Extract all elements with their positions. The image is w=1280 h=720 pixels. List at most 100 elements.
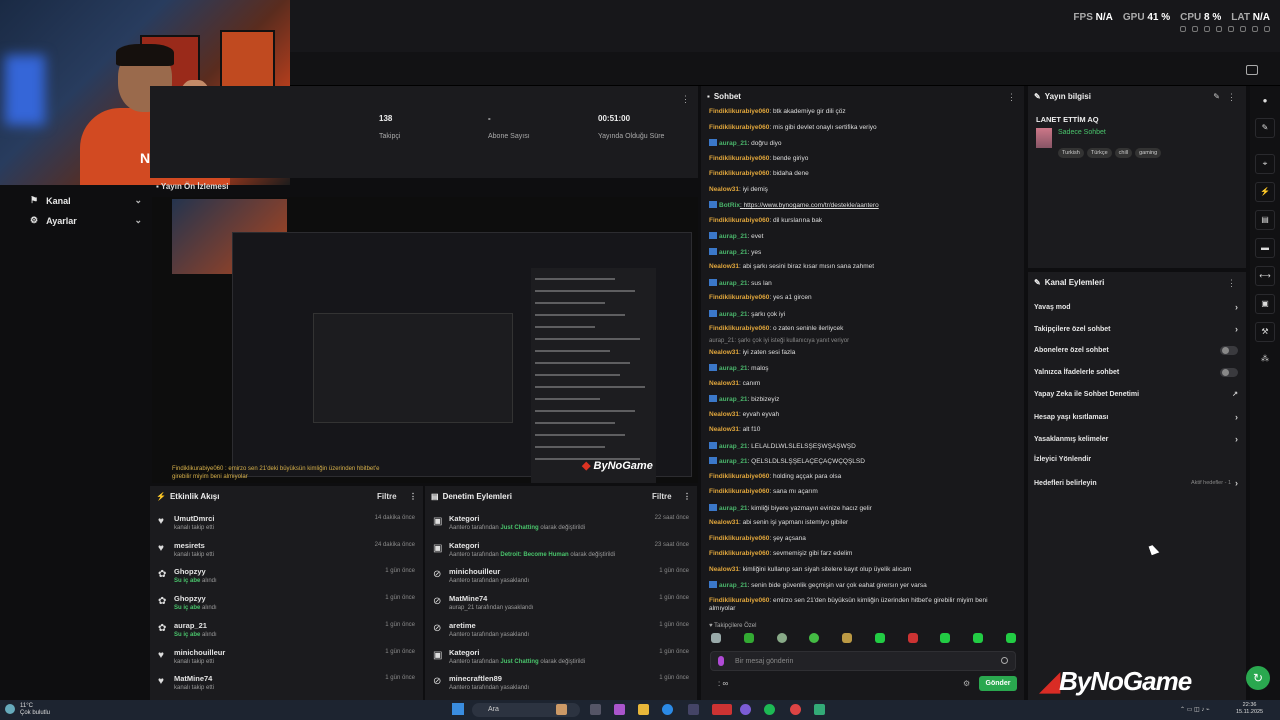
chat-message[interactable]: aurap_21: QELSLDLSLŞŞELAÇEÇAÇWÇQŞLSD	[709, 457, 1014, 467]
chat-username[interactable]: aurap_21	[719, 505, 748, 512]
bolt-icon[interactable]: ⚡	[1255, 182, 1275, 202]
task-view-icon[interactable]	[590, 704, 601, 715]
chat-username[interactable]: Findiklikurabiye060	[709, 294, 769, 301]
chat-message[interactable]: Nealow31: abi şarkı sesini biraz kısar m…	[709, 263, 1014, 272]
chat-message[interactable]: aurap_21: bizbizeyiz	[709, 395, 1014, 405]
more-icon[interactable]	[1264, 26, 1270, 32]
emote-icon[interactable]	[940, 633, 951, 643]
emote-icon[interactable]	[1005, 633, 1016, 643]
clipboard-icon[interactable]: ▤	[1255, 210, 1275, 230]
list-item[interactable]: ♥ minichouilleur kanalı takip etti 1 gün ön…	[158, 646, 415, 672]
chat-username[interactable]: aurap_21	[719, 365, 748, 372]
system-tray-icons[interactable]: ⌃ ▭ ◫ ♪ ⌁	[1180, 706, 1210, 713]
link-icon[interactable]: ⟷	[1255, 266, 1275, 286]
list-item[interactable]: ▣ Kategori Aantero tarafından Just Chattin…	[433, 646, 689, 672]
users-icon[interactable]: ⁂	[1255, 350, 1275, 370]
list-item[interactable]: ✿ Ghopzyy Su iç abe alındı 1 gün önce	[158, 565, 415, 591]
chat-username[interactable]: Findiklikurabiye060	[709, 473, 769, 480]
channel-action-item[interactable]: Yalnızca İfadelerle sohbet	[1034, 368, 1238, 377]
chat-message[interactable]: Findiklikurabiye060: holding aççak para …	[709, 473, 1014, 482]
spotify-icon[interactable]	[764, 704, 775, 715]
emote-icon[interactable]	[743, 633, 754, 643]
filter-button[interactable]: Filtre	[652, 492, 672, 501]
list-item[interactable]: ⊘ minichouilleur Aantero tarafından yasakl…	[433, 565, 689, 591]
chat-username[interactable]: Findiklikurabiye060	[709, 597, 769, 604]
chat-username[interactable]: aurap_21	[719, 396, 748, 403]
chat-username[interactable]: aurap_21	[719, 582, 748, 589]
chat-username[interactable]: aurap_21	[719, 458, 748, 465]
chat-username[interactable]: aurap_21	[719, 140, 748, 147]
emote-icon[interactable]	[711, 633, 721, 643]
list-item[interactable]: ♥ UmutDmrci kanalı takip etti 14 dakika önc…	[158, 512, 415, 538]
send-button[interactable]: Gönder	[979, 676, 1017, 691]
pin-icon[interactable]	[1180, 26, 1186, 32]
chat-username[interactable]: Nealow31	[709, 519, 739, 526]
chat-message[interactable]: Findiklikurabiye060: sana mı açarım	[709, 488, 1014, 497]
chat-username[interactable]: Findiklikurabiye060	[709, 108, 769, 115]
pencil-icon[interactable]: ✎	[1255, 118, 1275, 138]
start-icon[interactable]	[452, 703, 464, 715]
more-icon[interactable]: ⋮	[1007, 92, 1016, 103]
bell-icon[interactable]	[1240, 26, 1246, 32]
emote-icon[interactable]	[776, 633, 787, 643]
chat-username[interactable]: aurap_21	[719, 280, 748, 287]
chat-username[interactable]: Nealow31	[709, 380, 739, 387]
chat-username[interactable]: Findiklikurabiye060	[709, 550, 769, 557]
taskbar-clock[interactable]: 22:36 15.11.2025	[1236, 702, 1263, 716]
channel-action-item[interactable]: İzleyici Yönlendir	[1034, 456, 1238, 463]
chat-message[interactable]: Findiklikurabiye060: mis gibi devlet ona…	[709, 124, 1014, 133]
emoji-icon[interactable]	[1001, 657, 1008, 664]
heart-icon[interactable]	[1228, 26, 1234, 32]
sidebar-item-kanal[interactable]: ⚑ Kanal ⌄	[30, 195, 142, 206]
chat-message[interactable]: Findiklikurabiye060: bidaha dene	[709, 170, 1014, 179]
more-icon[interactable]: ⋮	[409, 492, 417, 501]
list-item[interactable]: ♥ MatMine74 kanalı takip etti 1 gün önce	[158, 672, 415, 698]
target-icon[interactable]: ⌖	[1255, 154, 1275, 174]
chat-username[interactable]: Findiklikurabiye060	[709, 124, 769, 131]
chat-username[interactable]: aurap_21	[719, 443, 748, 450]
channel-action-item[interactable]: Yavaş mod ›	[1034, 302, 1238, 312]
chat-message[interactable]: aurap_21: senin bide güvenlik geçmişin v…	[709, 581, 1014, 591]
list-item[interactable]: ✿ aurap_21 Su iç abe alındı 1 gün önce	[158, 619, 415, 645]
chat-message[interactable]: aurap_21: şarkı çok iyi	[709, 309, 1014, 320]
refresh-icon[interactable]: ↻	[1246, 666, 1270, 690]
chat-username[interactable]: Findiklikurabiye060	[709, 488, 769, 495]
channel-action-item[interactable]: Hedefleri belirleyin Aktif hedefler - 1 ›	[1034, 478, 1238, 488]
more-icon[interactable]: ⋮	[1227, 278, 1236, 289]
chat-username[interactable]: BotRix	[719, 202, 740, 209]
app-icon[interactable]	[614, 704, 625, 715]
list-item[interactable]: ▣ Kategori Aantero tarafından Detroit: Bec…	[433, 539, 689, 565]
chat-message[interactable]: Findiklikurabiye060: şey açsana	[709, 535, 1014, 544]
chat-message[interactable]: aurap_21: doğru diyo	[709, 139, 1014, 149]
channel-action-item[interactable]: Yasaklanmış kelimeler ›	[1034, 434, 1238, 444]
toggle-switch[interactable]	[1220, 346, 1238, 355]
sidebar-item-ayarlar[interactable]: ⚙ Ayarlar ⌄	[30, 215, 142, 226]
chat-bubble-icon[interactable]: ▬	[1255, 238, 1275, 258]
mic-icon[interactable]	[1216, 26, 1222, 32]
chat-username[interactable]: aurap_21	[719, 249, 748, 256]
record-icon[interactable]	[1204, 26, 1210, 32]
taskbar-weather[interactable]: 11°C Çok bulutlu	[20, 703, 50, 717]
chat-username[interactable]: Nealow31	[709, 411, 739, 418]
more-icon[interactable]: ⋮	[681, 94, 690, 105]
channel-action-item[interactable]: Abonelere özel sohbet	[1034, 346, 1238, 355]
stream-preview[interactable]: Findiklikurabiye060 : emirzo sen 21'deki…	[152, 197, 698, 483]
chat-message[interactable]: Findiklikurabiye060: bende giriyo	[709, 155, 1014, 164]
channel-action-item[interactable]: Yapay Zeka ile Sohbet Denetimi ↗	[1034, 390, 1238, 399]
settings-icon[interactable]	[1252, 26, 1258, 32]
chat-username[interactable]: Findiklikurabiye060	[709, 535, 769, 542]
emote-icon[interactable]	[809, 633, 820, 643]
chat-message[interactable]: aurap_21: LELALDLWLSLELSŞEŞWŞAŞWŞD	[709, 441, 1014, 452]
chat-username[interactable]: Findiklikurabiye060	[709, 217, 769, 224]
chat-username[interactable]: Nealow31	[709, 566, 739, 573]
folder-icon[interactable]	[638, 704, 649, 715]
info-icon[interactable]: ●	[1255, 92, 1275, 112]
chat-text[interactable]: : https://www.bynogame.com/tr/destekle/a…	[740, 202, 879, 209]
filter-button[interactable]: Filtre	[377, 492, 397, 501]
list-item[interactable]: ⊘ aretime Aantero tarafından yasaklandı 1 g…	[433, 619, 689, 645]
window-icon[interactable]: ▣	[1255, 294, 1275, 314]
toggle-switch[interactable]	[1220, 368, 1238, 377]
chat-message[interactable]: Nealow31: canım	[709, 380, 1014, 389]
list-item[interactable]: ✿ Ghopzyy Su iç abe alındı 1 gün önce	[158, 592, 415, 618]
chat-message[interactable]: aurap_21: evet	[709, 232, 1014, 242]
